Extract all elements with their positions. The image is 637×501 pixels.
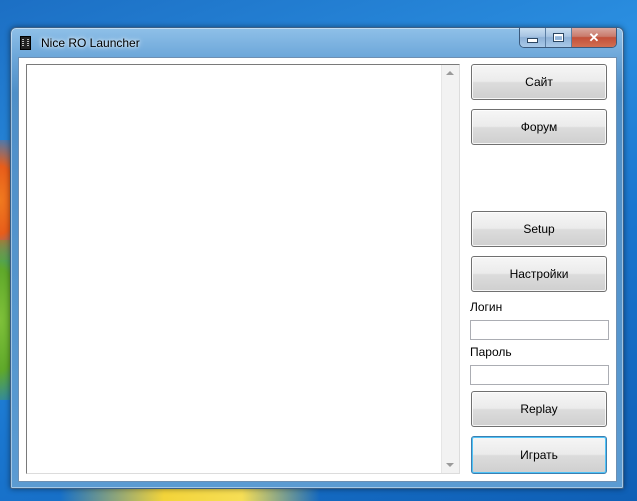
launcher-window: Nice RO Launcher ✕ Сайт Форум Setup Наст… xyxy=(10,27,624,489)
log-textarea[interactable] xyxy=(26,64,460,474)
minimize-button[interactable] xyxy=(520,28,546,47)
settings-button[interactable]: Настройки xyxy=(471,256,607,292)
minimize-icon xyxy=(527,38,538,43)
close-icon: ✕ xyxy=(588,29,600,45)
play-button[interactable]: Играть xyxy=(471,436,607,474)
site-button[interactable]: Сайт xyxy=(471,64,607,100)
film-strip-icon[interactable] xyxy=(20,36,31,50)
scroll-down-arrow-icon[interactable] xyxy=(446,463,454,467)
window-title: Nice RO Launcher xyxy=(41,36,140,50)
client-area: Сайт Форум Setup Настройки Логин Пароль … xyxy=(18,57,617,482)
vertical-scrollbar[interactable] xyxy=(441,65,459,473)
replay-button[interactable]: Replay xyxy=(471,391,607,427)
setup-button[interactable]: Setup xyxy=(471,211,607,247)
forum-button[interactable]: Форум xyxy=(471,109,607,145)
login-input[interactable] xyxy=(470,320,609,340)
password-label: Пароль xyxy=(470,345,512,359)
login-label: Логин xyxy=(470,300,503,314)
maximize-icon xyxy=(553,33,564,42)
scroll-up-arrow-icon[interactable] xyxy=(446,71,454,75)
title-bar[interactable]: Nice RO Launcher ✕ xyxy=(11,28,623,56)
close-button[interactable]: ✕ xyxy=(572,28,616,47)
password-input[interactable] xyxy=(470,365,609,385)
caption-buttons: ✕ xyxy=(519,28,617,48)
maximize-button[interactable] xyxy=(546,28,572,47)
